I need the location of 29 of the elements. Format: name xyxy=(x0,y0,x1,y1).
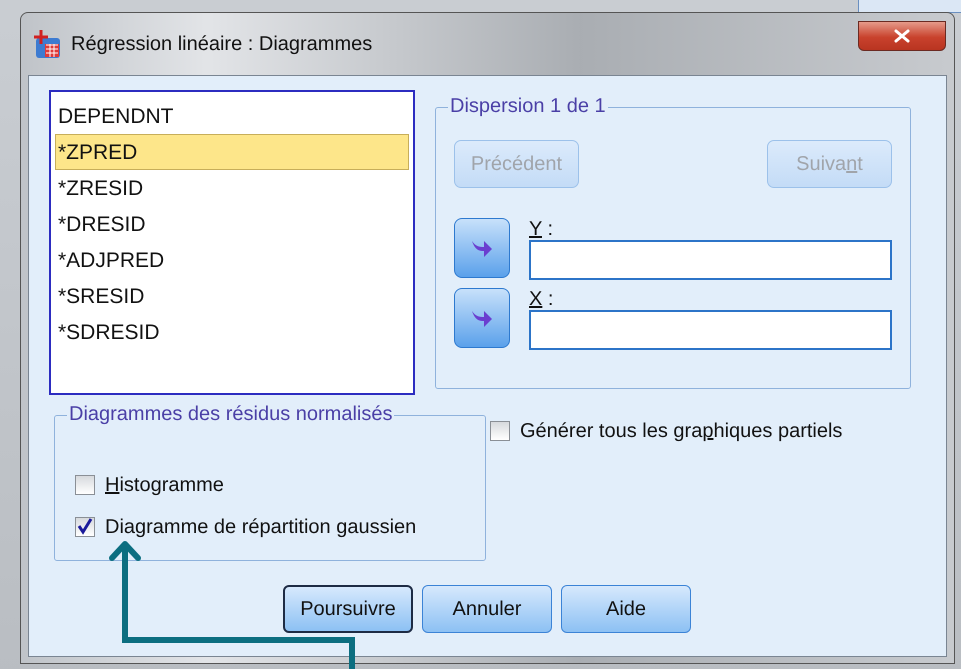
checkbox[interactable] xyxy=(490,421,510,441)
app-icon xyxy=(33,29,63,59)
checkbox-label: Générer tous les graphiques partiels xyxy=(520,420,842,442)
field-label: Y : xyxy=(529,218,554,240)
window-title: Régression linéaire : Diagrammes xyxy=(71,32,374,56)
variable-list[interactable]: DEPENDNT *ZPRED *ZRESID *DRESID *ADJPRED *SRESID *SDRESID xyxy=(49,90,415,395)
list-item[interactable]: *ZPRED xyxy=(55,134,409,170)
checkbox[interactable] xyxy=(75,475,95,495)
dialog-button[interactable]: Annuler xyxy=(422,585,552,633)
field-label: X : xyxy=(529,288,554,310)
dialog-button[interactable]: Poursuivre xyxy=(283,585,413,633)
list-item[interactable]: *ADJPRED xyxy=(55,242,409,278)
move-button[interactable] xyxy=(454,218,510,278)
dialog-button[interactable]: Aide xyxy=(561,585,691,633)
close-icon xyxy=(894,29,910,43)
list-item[interactable]: *SRESID xyxy=(55,278,409,314)
checkbox[interactable] xyxy=(75,517,95,537)
list-item[interactable]: *SDRESID xyxy=(55,314,409,350)
input-field[interactable] xyxy=(529,240,892,280)
input-field[interactable] xyxy=(529,310,892,350)
move-button[interactable] xyxy=(454,288,510,348)
checkbox-label: Histogramme xyxy=(105,474,224,496)
list-item[interactable]: DEPENDNT xyxy=(55,98,409,134)
group-title: Diagrammes des résidus normalisés xyxy=(67,403,394,426)
list-item[interactable]: *DRESID xyxy=(55,206,409,242)
list-item[interactable]: *ZRESID xyxy=(55,170,409,206)
checkbox-label: Diagramme de répartition gaussien xyxy=(105,516,416,538)
group-title: Dispersion 1 de 1 xyxy=(448,95,608,118)
close-button[interactable] xyxy=(858,21,946,51)
